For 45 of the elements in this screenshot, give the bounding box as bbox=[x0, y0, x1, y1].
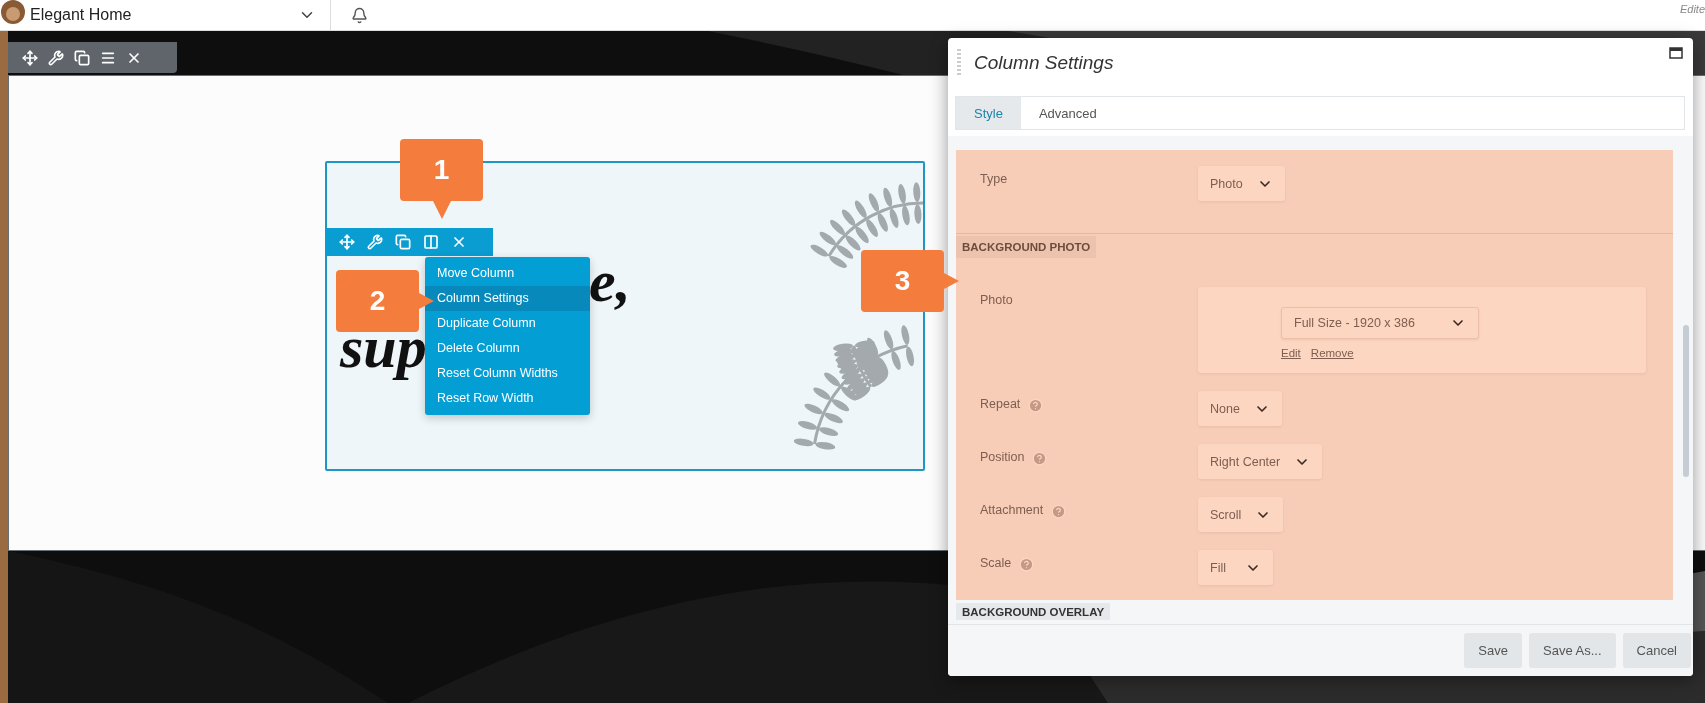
heading-text: e, bbox=[589, 251, 631, 311]
select-dropdown[interactable]: Full Size - 1920 x 386 bbox=[1281, 307, 1479, 339]
maximize-icon[interactable] bbox=[1669, 47, 1683, 59]
wrench-icon[interactable] bbox=[367, 234, 383, 250]
help-icon[interactable] bbox=[1019, 557, 1035, 572]
logo-icon bbox=[0, 0, 26, 25]
field-label: Attachment bbox=[980, 503, 1044, 517]
help-icon[interactable] bbox=[1028, 398, 1044, 413]
site-name: Elegant Home bbox=[30, 6, 133, 24]
link[interactable]: Remove bbox=[1310, 347, 1354, 359]
field-label: Type bbox=[980, 172, 1008, 186]
help-icon[interactable] bbox=[1051, 504, 1067, 519]
wrench-icon[interactable] bbox=[48, 49, 64, 66]
section-heading: BACKGROUND OVERLAY bbox=[956, 603, 1111, 620]
tab[interactable]: Style bbox=[956, 97, 1021, 129]
select-dropdown[interactable]: Photo bbox=[1198, 166, 1285, 201]
copy-icon[interactable] bbox=[74, 49, 90, 66]
footer-button[interactable]: Save bbox=[1464, 633, 1522, 668]
section-heading: BACKGROUND PHOTO bbox=[956, 236, 1097, 258]
footer-button[interactable]: Save As... bbox=[1529, 633, 1616, 668]
columns-icon[interactable] bbox=[423, 234, 439, 250]
notification-bell-icon[interactable] bbox=[351, 6, 368, 24]
field-label: Repeat bbox=[980, 397, 1021, 411]
drag-handle-icon[interactable] bbox=[957, 49, 961, 77]
menu-item[interactable]: Column Settings bbox=[425, 286, 590, 311]
panel-title: Column Settings bbox=[974, 52, 1114, 74]
help-icon[interactable] bbox=[1032, 451, 1048, 466]
select-dropdown[interactable]: None bbox=[1198, 391, 1282, 426]
field-label: Photo bbox=[980, 293, 1013, 307]
copy-icon[interactable] bbox=[395, 234, 411, 250]
menu-item[interactable]: Delete Column bbox=[425, 336, 590, 361]
select-dropdown[interactable]: Right Center bbox=[1198, 444, 1323, 479]
footer-button[interactable]: Cancel bbox=[1622, 633, 1691, 668]
move-icon[interactable] bbox=[22, 49, 38, 66]
select-dropdown[interactable]: Scroll bbox=[1198, 497, 1284, 532]
menu-item[interactable]: Reset Column Widths bbox=[425, 361, 590, 386]
select-dropdown[interactable]: Fill bbox=[1198, 550, 1273, 585]
status-text: Edite bbox=[1679, 3, 1705, 15]
field-label: Scale bbox=[980, 556, 1012, 570]
menu-item[interactable]: Reset Row Width bbox=[425, 386, 590, 411]
link[interactable]: Edit bbox=[1281, 347, 1301, 359]
scrollbar-thumb[interactable] bbox=[1683, 325, 1689, 477]
field-label: Position bbox=[980, 450, 1025, 464]
close-icon[interactable] bbox=[451, 234, 467, 250]
move-icon[interactable] bbox=[339, 234, 355, 250]
